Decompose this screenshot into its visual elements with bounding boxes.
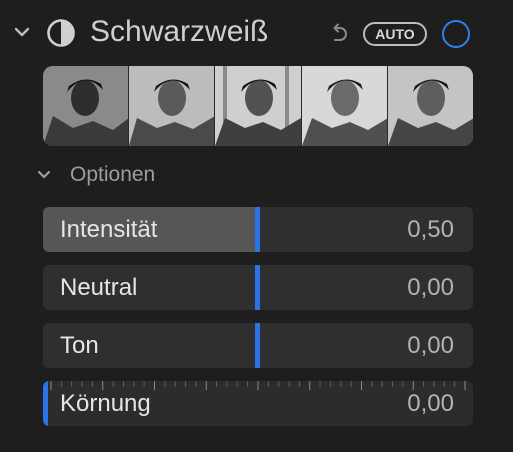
slider-label: Neutral <box>60 274 138 301</box>
slider-handle[interactable] <box>255 323 260 368</box>
chevron-down-icon[interactable] <box>12 22 32 42</box>
neutral-slider[interactable]: Neutral 0,00 <box>43 265 473 310</box>
chevron-down-icon <box>37 170 51 179</box>
preset-thumbnail[interactable] <box>301 66 388 146</box>
preset-thumbnail[interactable] <box>215 66 302 146</box>
slider-value: 0,00 <box>407 274 454 301</box>
preset-thumbnail[interactable] <box>129 66 216 146</box>
slider-label: Körnung <box>60 390 151 417</box>
slider-handle[interactable] <box>255 207 260 252</box>
slider-label: Intensität <box>60 216 158 243</box>
options-label: Optionen <box>70 163 156 186</box>
undo-icon[interactable] <box>326 22 350 46</box>
auto-button[interactable]: AUTO <box>363 22 427 46</box>
slider-handle[interactable] <box>43 381 48 426</box>
enable-toggle-icon[interactable] <box>442 20 470 48</box>
preset-thumbnail[interactable] <box>387 66 473 146</box>
preset-thumbnail[interactable] <box>43 66 130 146</box>
tone-slider[interactable]: Ton 0,00 <box>43 323 473 368</box>
slider-handle[interactable] <box>255 265 260 310</box>
slider-value: 0,00 <box>407 332 454 359</box>
slider-value: 0,00 <box>407 390 454 417</box>
preset-thumbnail-strip <box>43 66 473 146</box>
slider-label: Ton <box>60 332 99 359</box>
grain-slider[interactable]: Körnung 0,00 <box>43 381 473 426</box>
slider-value: 0,50 <box>407 216 454 243</box>
section-title: Schwarzweiß <box>90 15 269 48</box>
black-white-icon <box>47 19 75 47</box>
intensity-slider[interactable]: Intensität 0,50 <box>43 207 473 252</box>
black-white-section-header: Schwarzweiß AUTO <box>0 0 513 66</box>
